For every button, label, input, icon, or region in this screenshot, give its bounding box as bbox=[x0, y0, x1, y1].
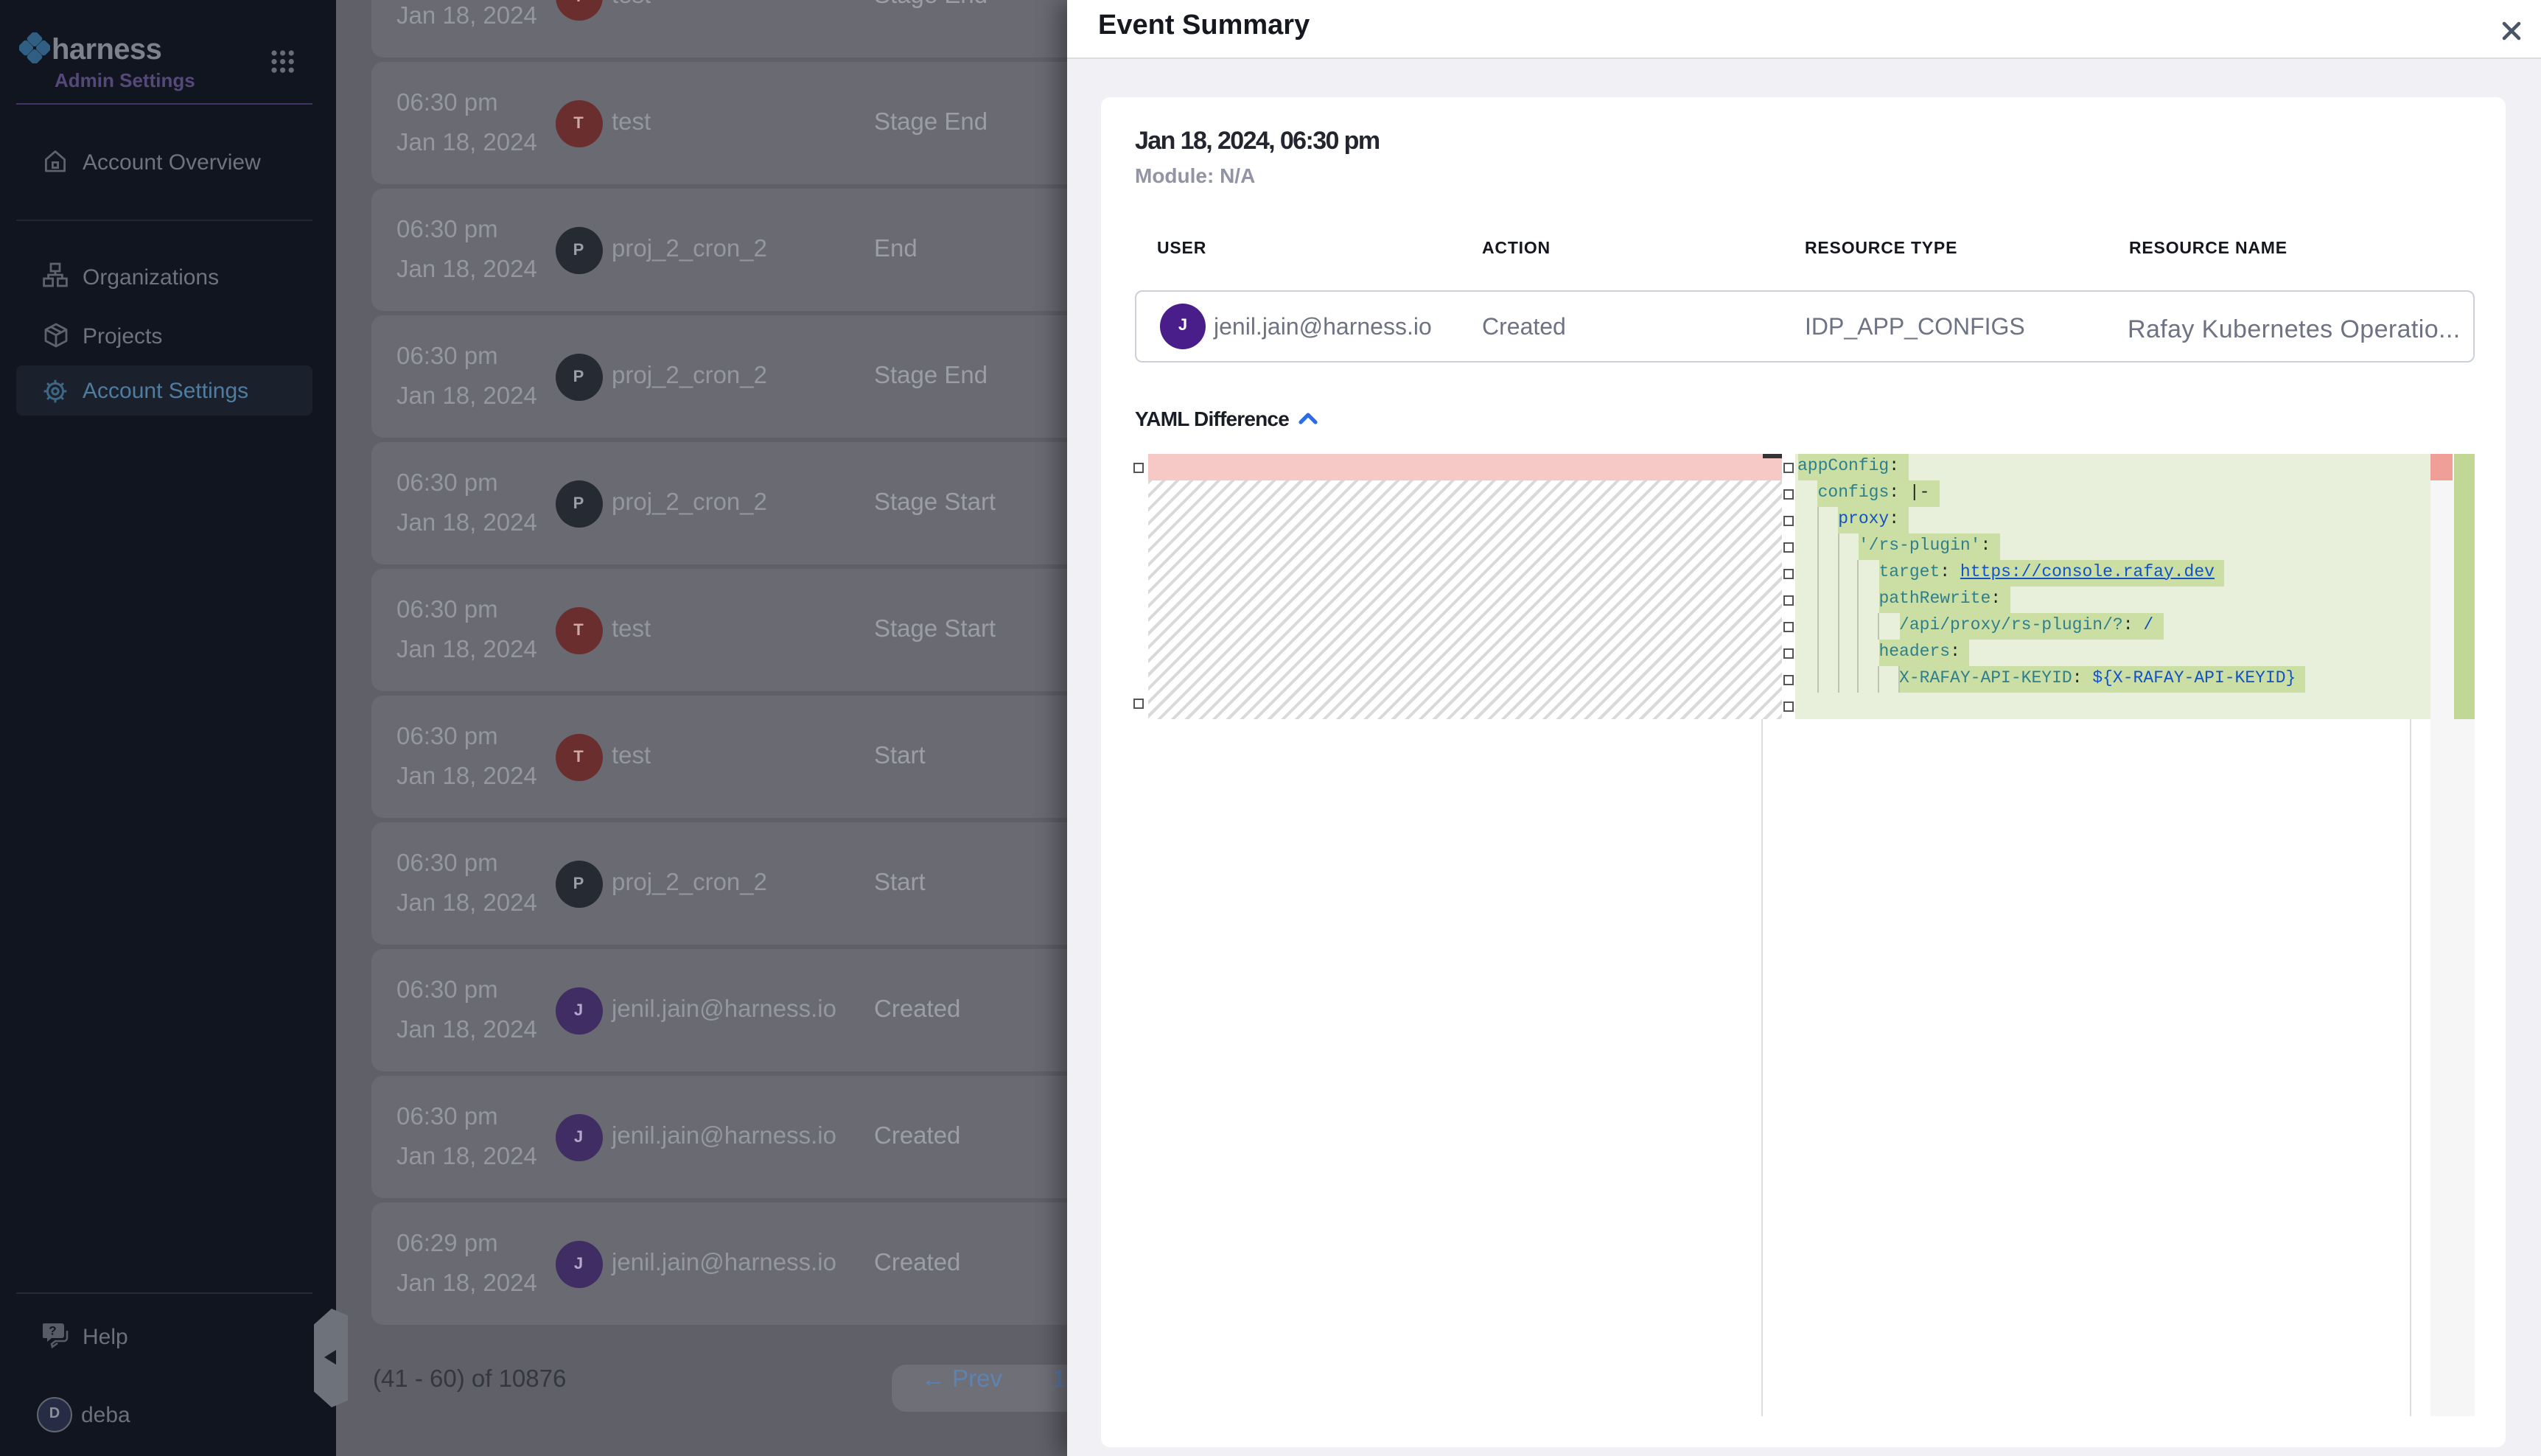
svg-text:?: ? bbox=[49, 1323, 56, 1337]
